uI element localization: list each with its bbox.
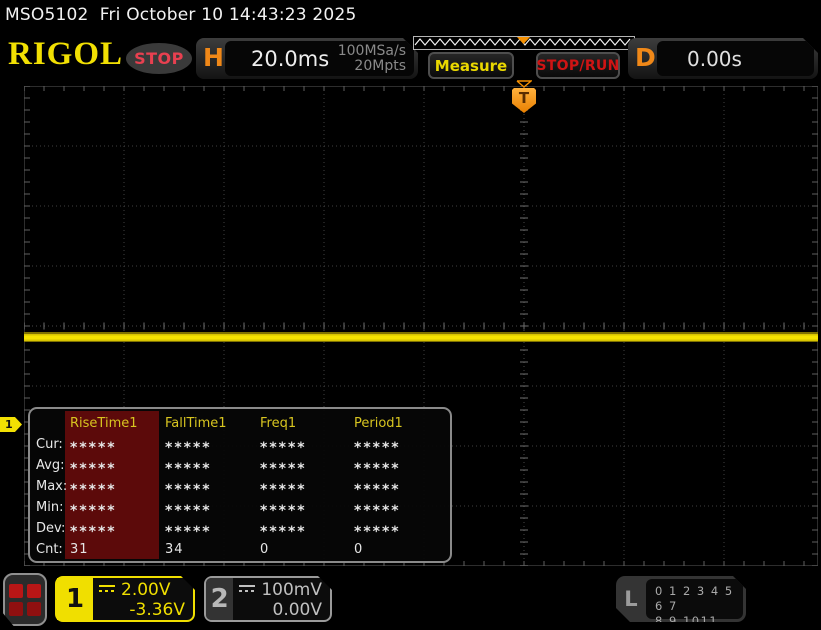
measure-column-header: Freq1 xyxy=(260,415,297,431)
timebase-inner: 20.0ms 100MSa/s 20Mpts xyxy=(225,41,414,76)
measure-value: ***** xyxy=(70,439,117,456)
measurement-panel[interactable]: RiseTime1 FallTime1 Freq1 Period1 Cur: *… xyxy=(28,407,452,563)
delay-value: 0.00s xyxy=(687,46,742,71)
menu-square xyxy=(9,601,23,616)
stop-run-button[interactable]: STOP/RUN xyxy=(536,52,620,79)
channel1-offset: -3.36V xyxy=(129,600,185,620)
logic-label: L xyxy=(624,587,638,611)
channel2-offset: 0.00V xyxy=(272,600,322,620)
menu-square xyxy=(9,583,23,598)
measure-value: ***** xyxy=(260,502,307,519)
measure-value: ***** xyxy=(165,481,212,498)
measure-value: ***** xyxy=(354,460,401,477)
measurement-row-cur: Cur: ***** ***** ***** ***** xyxy=(32,434,448,455)
trigger-top-triangle-icon xyxy=(516,80,532,88)
measure-value: ***** xyxy=(70,502,117,519)
measure-value: ***** xyxy=(354,502,401,519)
measurement-row-avg: Avg: ***** ***** ***** ***** xyxy=(32,455,448,476)
channel2-scale: 100mV xyxy=(261,580,322,600)
rigol-logo: RIGOL xyxy=(8,36,124,72)
channel1-waveform xyxy=(24,332,818,342)
logic-channel-numbers: 0 1 2 3 4 5 6 7 8 9 1011 12131415 xyxy=(646,579,743,619)
model-and-datetime: MSO5102 Fri October 10 14:43:23 2025 xyxy=(5,5,356,25)
measure-value: ***** xyxy=(260,523,307,540)
measure-count: 0 xyxy=(260,542,270,557)
measurement-table: RiseTime1 FallTime1 Freq1 Period1 Cur: *… xyxy=(32,412,448,560)
channel1-marker-label: 1 xyxy=(5,418,13,431)
measure-value: ***** xyxy=(260,460,307,477)
measure-value: ***** xyxy=(354,523,401,540)
channel1-values: 2.00V -3.36V xyxy=(93,578,193,620)
delay-box[interactable]: D 0.00s xyxy=(628,38,818,79)
run-state-label: STOP xyxy=(134,49,184,68)
measure-row-label: Avg: xyxy=(36,458,65,473)
delay-label: D xyxy=(635,43,656,72)
channel1-number: 1 xyxy=(65,584,85,614)
channel2-number-tab: 2 xyxy=(206,578,233,620)
measure-value: ***** xyxy=(165,502,212,519)
measure-value: ***** xyxy=(165,523,212,540)
datetime: Fri October 10 14:43:23 2025 xyxy=(99,5,357,25)
measure-button[interactable]: Measure xyxy=(428,52,514,79)
model-name: MSO5102 xyxy=(5,5,89,25)
measure-column-header: Period1 xyxy=(354,415,403,431)
measure-column-header: FallTime1 xyxy=(165,415,227,431)
trigger-marker-letter: T xyxy=(518,89,530,107)
dc-coupling-icon xyxy=(239,585,255,596)
measure-count: 31 xyxy=(70,542,89,557)
measurement-row-max: Max: ***** ***** ***** ***** xyxy=(32,476,448,497)
measure-row-label: Dev: xyxy=(36,521,66,536)
menu-square xyxy=(27,601,41,616)
dc-coupling-icon xyxy=(99,585,115,596)
menu-grid-icon[interactable] xyxy=(3,573,47,626)
measure-count: 34 xyxy=(165,542,184,557)
channel2-number: 2 xyxy=(210,584,229,614)
oscilloscope-screen: MSO5102 Fri October 10 14:43:23 2025 RIG… xyxy=(0,0,821,630)
measure-count: 0 xyxy=(354,542,364,557)
logic-row-2: 8 9 1011 12131415 xyxy=(655,614,719,628)
acquisition-rates: 100MSa/s 20Mpts xyxy=(338,44,406,74)
channel1-scale: 2.00V xyxy=(121,580,171,600)
logic-row-1: 0 1 2 3 4 5 6 7 xyxy=(655,584,734,613)
measure-row-label: Cnt: xyxy=(36,542,63,557)
top-status-bar: MSO5102 Fri October 10 14:43:23 2025 xyxy=(0,0,821,30)
measure-value: ***** xyxy=(70,460,117,477)
measure-value: ***** xyxy=(354,481,401,498)
channel2-values: 100mV 0.00V xyxy=(233,578,330,620)
menu-square xyxy=(27,583,41,598)
measure-row-label: Max: xyxy=(36,479,68,494)
measure-value: ***** xyxy=(260,439,307,456)
measurement-row-cnt: Cnt: 31 34 0 0 xyxy=(32,539,448,560)
measurement-row-dev: Dev: ***** ***** ***** ***** xyxy=(32,518,448,539)
channel2-status-box[interactable]: 2 100mV 0.00V xyxy=(204,576,332,622)
channel1-position-marker[interactable]: 1 xyxy=(0,417,22,432)
measure-row-label: Cur: xyxy=(36,437,63,452)
measurement-row-min: Min: ***** ***** ***** ***** xyxy=(32,497,448,518)
horizontal-label: H xyxy=(203,43,224,72)
measure-button-label: Measure xyxy=(434,56,508,75)
waveform-position-bar[interactable] xyxy=(413,36,635,50)
memory-depth: 20Mpts xyxy=(354,57,406,74)
stop-run-button-label: STOP/RUN xyxy=(536,57,620,74)
horizontal-timebase-box[interactable]: H 20.0ms 100MSa/s 20Mpts xyxy=(196,38,418,79)
measurement-header-row: RiseTime1 FallTime1 Freq1 Period1 xyxy=(32,412,448,434)
measure-column-header: RiseTime1 xyxy=(70,415,138,431)
delay-inner: 0.00s xyxy=(657,41,814,76)
measure-row-label: Min: xyxy=(36,500,64,515)
run-state-badge: STOP xyxy=(126,43,192,74)
measure-value: ***** xyxy=(260,481,307,498)
measure-value: ***** xyxy=(70,523,117,540)
measure-value: ***** xyxy=(165,439,212,456)
measure-value: ***** xyxy=(165,460,212,477)
logic-channels-box[interactable]: L 0 1 2 3 4 5 6 7 8 9 1011 12131415 xyxy=(616,576,746,622)
channel1-number-tab: 1 xyxy=(57,578,93,620)
timebase-value: 20.0ms xyxy=(251,46,330,71)
measure-value: ***** xyxy=(354,439,401,456)
measure-value: ***** xyxy=(70,481,117,498)
channel1-status-box[interactable]: 1 2.00V -3.36V xyxy=(55,576,195,622)
sample-rate: 100MSa/s xyxy=(337,42,406,59)
